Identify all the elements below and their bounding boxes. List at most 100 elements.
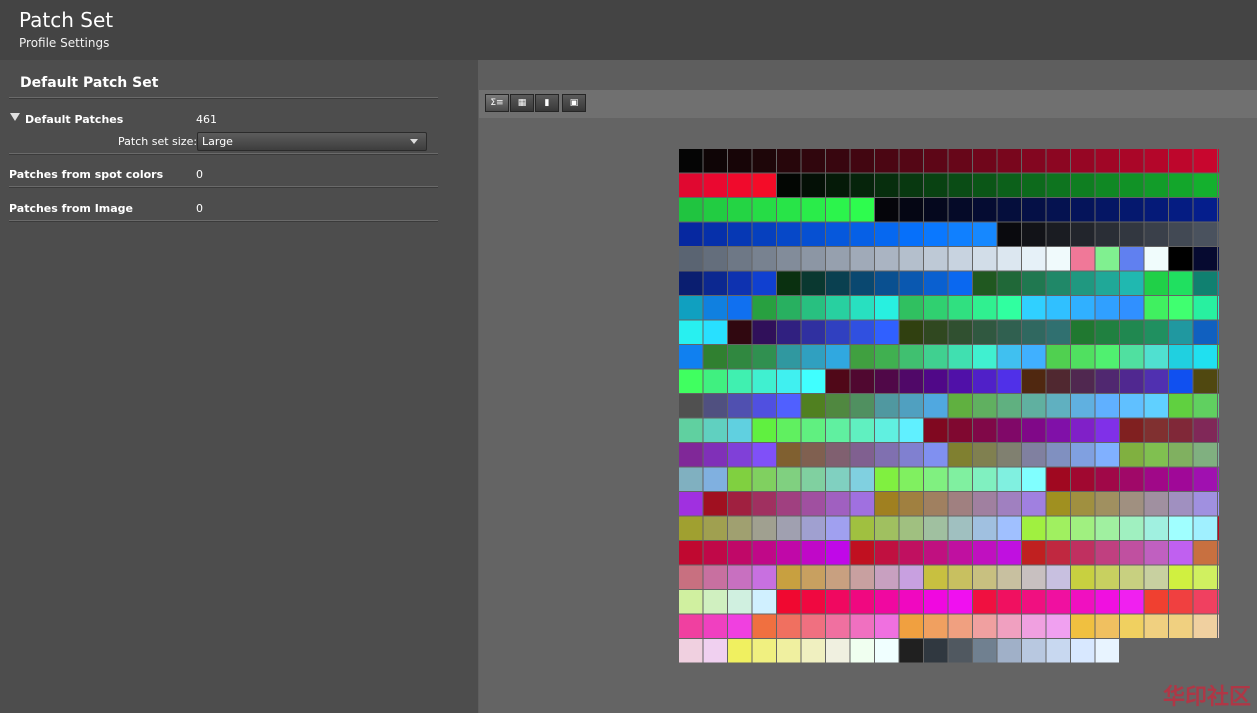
color-patch[interactable] bbox=[826, 492, 850, 516]
color-patch[interactable] bbox=[1046, 516, 1071, 541]
color-patch[interactable] bbox=[679, 247, 703, 271]
color-patch[interactable] bbox=[924, 149, 948, 173]
color-patch[interactable] bbox=[948, 565, 973, 590]
color-patch[interactable] bbox=[1071, 369, 1095, 394]
color-patch[interactable] bbox=[948, 247, 973, 271]
color-patch[interactable] bbox=[801, 590, 826, 614]
color-patch[interactable] bbox=[924, 394, 948, 418]
color-patch[interactable] bbox=[973, 590, 997, 614]
color-patch[interactable] bbox=[899, 467, 924, 492]
color-patch[interactable] bbox=[1071, 492, 1095, 516]
color-patch[interactable] bbox=[826, 467, 850, 492]
color-patch[interactable] bbox=[973, 492, 997, 516]
color-patch[interactable] bbox=[899, 369, 924, 394]
color-patch[interactable] bbox=[1022, 222, 1046, 247]
color-patch[interactable] bbox=[1144, 614, 1169, 639]
color-patch[interactable] bbox=[1193, 296, 1218, 320]
color-patch[interactable] bbox=[875, 149, 899, 173]
color-patch[interactable] bbox=[924, 443, 948, 467]
color-patch[interactable] bbox=[973, 149, 997, 173]
color-patch[interactable] bbox=[777, 516, 801, 541]
color-patch[interactable] bbox=[752, 345, 777, 369]
color-patch[interactable] bbox=[948, 320, 973, 345]
color-patch[interactable] bbox=[924, 492, 948, 516]
color-patch[interactable] bbox=[1046, 590, 1071, 614]
color-patch[interactable] bbox=[1071, 516, 1095, 541]
color-patch[interactable] bbox=[1218, 296, 1219, 320]
color-patch[interactable] bbox=[1193, 565, 1218, 590]
color-patch[interactable] bbox=[899, 516, 924, 541]
color-patch[interactable] bbox=[1144, 247, 1169, 271]
color-patch[interactable] bbox=[1046, 639, 1071, 663]
color-patch[interactable] bbox=[948, 639, 973, 663]
color-patch[interactable] bbox=[777, 418, 801, 443]
color-patch[interactable] bbox=[801, 639, 826, 663]
color-patch[interactable] bbox=[1193, 394, 1218, 418]
color-patch[interactable] bbox=[899, 590, 924, 614]
color-patch[interactable] bbox=[924, 222, 948, 247]
color-patch[interactable] bbox=[826, 565, 850, 590]
color-patch[interactable] bbox=[703, 320, 728, 345]
color-patch[interactable] bbox=[1144, 271, 1169, 296]
color-patch[interactable] bbox=[1169, 467, 1193, 492]
color-patch[interactable] bbox=[997, 467, 1022, 492]
color-patch[interactable] bbox=[973, 247, 997, 271]
color-patch[interactable] bbox=[1095, 149, 1120, 173]
color-patch[interactable] bbox=[1218, 222, 1219, 247]
color-patch[interactable] bbox=[1169, 590, 1193, 614]
color-patch[interactable] bbox=[1022, 173, 1046, 198]
color-patch[interactable] bbox=[997, 614, 1022, 639]
color-patch[interactable] bbox=[948, 516, 973, 541]
color-patch[interactable] bbox=[801, 149, 826, 173]
color-patch[interactable] bbox=[1022, 492, 1046, 516]
color-patch[interactable] bbox=[728, 639, 752, 663]
color-patch[interactable] bbox=[1022, 296, 1046, 320]
color-patch[interactable] bbox=[777, 271, 801, 296]
color-patch[interactable] bbox=[924, 345, 948, 369]
color-patch[interactable] bbox=[826, 639, 850, 663]
color-patch[interactable] bbox=[850, 492, 875, 516]
color-patch[interactable] bbox=[948, 173, 973, 198]
color-patch[interactable] bbox=[679, 541, 703, 565]
color-patch[interactable] bbox=[1218, 565, 1219, 590]
patch-set-size-select[interactable]: Large bbox=[197, 132, 427, 151]
color-patch[interactable] bbox=[850, 565, 875, 590]
color-patch[interactable] bbox=[1218, 320, 1219, 345]
color-patch[interactable] bbox=[1071, 296, 1095, 320]
color-patch[interactable] bbox=[948, 271, 973, 296]
color-patch[interactable] bbox=[752, 173, 777, 198]
color-patch[interactable] bbox=[1095, 492, 1120, 516]
color-patch[interactable] bbox=[899, 565, 924, 590]
color-patch[interactable] bbox=[1071, 467, 1095, 492]
color-patch[interactable] bbox=[703, 639, 728, 663]
color-patch[interactable] bbox=[1022, 320, 1046, 345]
color-patch[interactable] bbox=[1046, 296, 1071, 320]
color-patch[interactable] bbox=[1095, 394, 1120, 418]
color-patch[interactable] bbox=[777, 639, 801, 663]
color-patch[interactable] bbox=[703, 222, 728, 247]
color-patch[interactable] bbox=[973, 271, 997, 296]
color-patch[interactable] bbox=[728, 345, 752, 369]
color-patch[interactable] bbox=[1169, 565, 1193, 590]
color-patch[interactable] bbox=[826, 271, 850, 296]
color-patch[interactable] bbox=[1095, 467, 1120, 492]
color-patch[interactable] bbox=[850, 443, 875, 467]
color-patch[interactable] bbox=[1218, 492, 1219, 516]
color-patch[interactable] bbox=[703, 418, 728, 443]
color-patch[interactable] bbox=[1218, 614, 1219, 639]
color-patch[interactable] bbox=[1218, 149, 1219, 173]
color-patch[interactable] bbox=[924, 590, 948, 614]
color-patch[interactable] bbox=[801, 565, 826, 590]
color-patch[interactable] bbox=[924, 467, 948, 492]
color-patch[interactable] bbox=[1071, 590, 1095, 614]
color-patch[interactable] bbox=[752, 590, 777, 614]
color-patch[interactable] bbox=[1095, 590, 1120, 614]
color-patch[interactable] bbox=[1046, 247, 1071, 271]
color-patch[interactable] bbox=[752, 296, 777, 320]
color-patch[interactable] bbox=[1022, 149, 1046, 173]
color-patch[interactable] bbox=[973, 614, 997, 639]
color-patch[interactable] bbox=[801, 271, 826, 296]
color-patch[interactable] bbox=[826, 614, 850, 639]
color-patch[interactable] bbox=[1218, 345, 1219, 369]
color-patch[interactable] bbox=[1046, 149, 1071, 173]
